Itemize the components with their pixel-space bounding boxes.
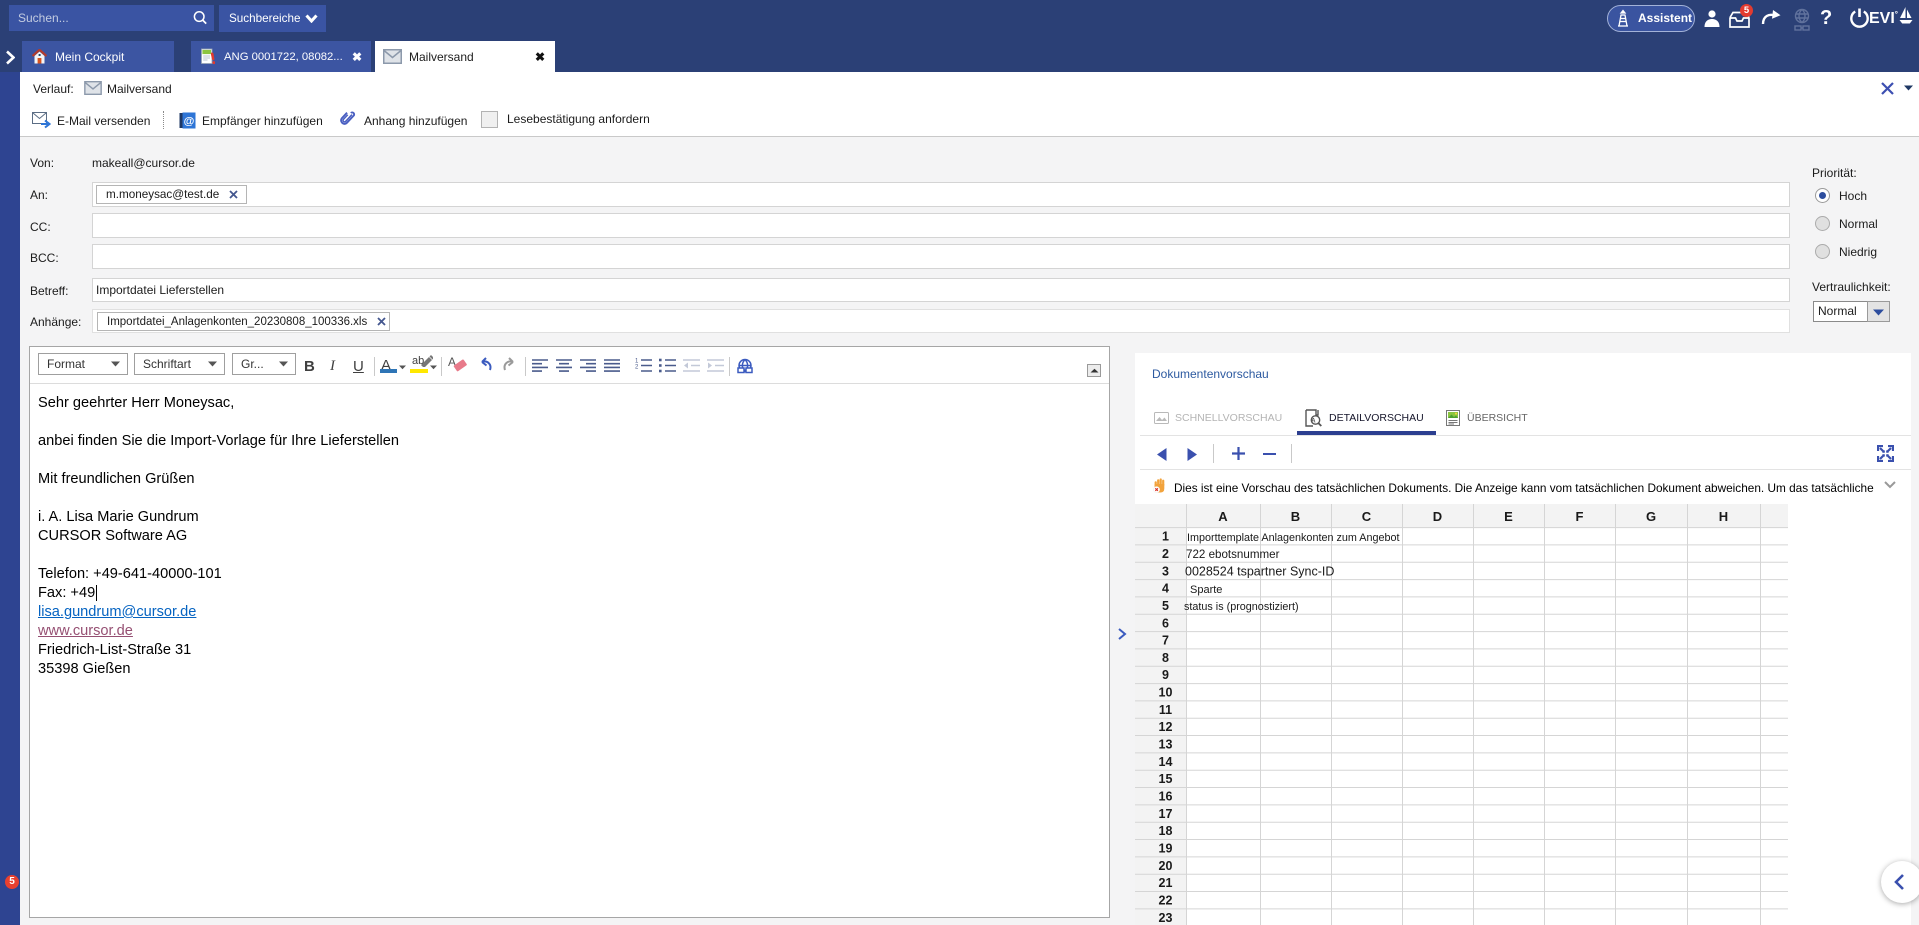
svg-text:B: B bbox=[1291, 509, 1300, 524]
svg-text:6: 6 bbox=[1162, 616, 1169, 630]
svg-text:2: 2 bbox=[1162, 547, 1169, 561]
svg-text:A: A bbox=[1218, 509, 1228, 524]
svg-text:17: 17 bbox=[1159, 807, 1173, 821]
svg-text:A: A bbox=[1311, 418, 1316, 424]
svg-text:7: 7 bbox=[1162, 634, 1169, 648]
svg-text:Importtemplate Anlagenkonten z: Importtemplate Anlagenkonten zum Angebot bbox=[1187, 532, 1399, 544]
svg-text:3: 3 bbox=[1162, 564, 1169, 578]
svg-text:21: 21 bbox=[1159, 876, 1173, 890]
svg-text:H: H bbox=[1719, 509, 1728, 524]
svg-text:1: 1 bbox=[1162, 530, 1169, 544]
svg-text:722 ebotsnummer: 722 ebotsnummer bbox=[1186, 548, 1280, 561]
svg-text:15: 15 bbox=[1159, 772, 1173, 786]
svg-text:20: 20 bbox=[1159, 859, 1173, 873]
svg-text:22: 22 bbox=[1159, 894, 1173, 908]
svg-text:2: 2 bbox=[635, 365, 639, 371]
svg-text:5: 5 bbox=[1162, 599, 1169, 613]
svg-text:4: 4 bbox=[1162, 582, 1169, 596]
svg-text:E: E bbox=[1504, 509, 1513, 524]
svg-text:14: 14 bbox=[1159, 755, 1173, 769]
svg-text:D: D bbox=[1433, 509, 1442, 524]
svg-text:8: 8 bbox=[1162, 651, 1169, 665]
svg-text:16: 16 bbox=[1159, 790, 1173, 804]
svg-text:12: 12 bbox=[1159, 720, 1173, 734]
svg-text:11: 11 bbox=[1159, 703, 1172, 717]
svg-text:Sparte: Sparte bbox=[1190, 584, 1222, 596]
svg-text:C: C bbox=[1362, 509, 1372, 524]
svg-text:13: 13 bbox=[1159, 738, 1173, 752]
svg-text:9: 9 bbox=[1162, 668, 1169, 682]
svg-text:F: F bbox=[1576, 509, 1584, 524]
svg-text:status is (prognostiziert): status is (prognostiziert) bbox=[1184, 601, 1299, 613]
svg-text:23: 23 bbox=[1159, 911, 1173, 925]
svg-text:G: G bbox=[1646, 509, 1656, 524]
svg-text:@: @ bbox=[184, 116, 195, 128]
svg-text:0028524 tspartner Sync-ID: 0028524 tspartner Sync-ID bbox=[1185, 564, 1334, 578]
svg-text:10: 10 bbox=[1159, 686, 1173, 700]
svg-text:18: 18 bbox=[1159, 824, 1173, 838]
svg-text:19: 19 bbox=[1159, 842, 1173, 856]
